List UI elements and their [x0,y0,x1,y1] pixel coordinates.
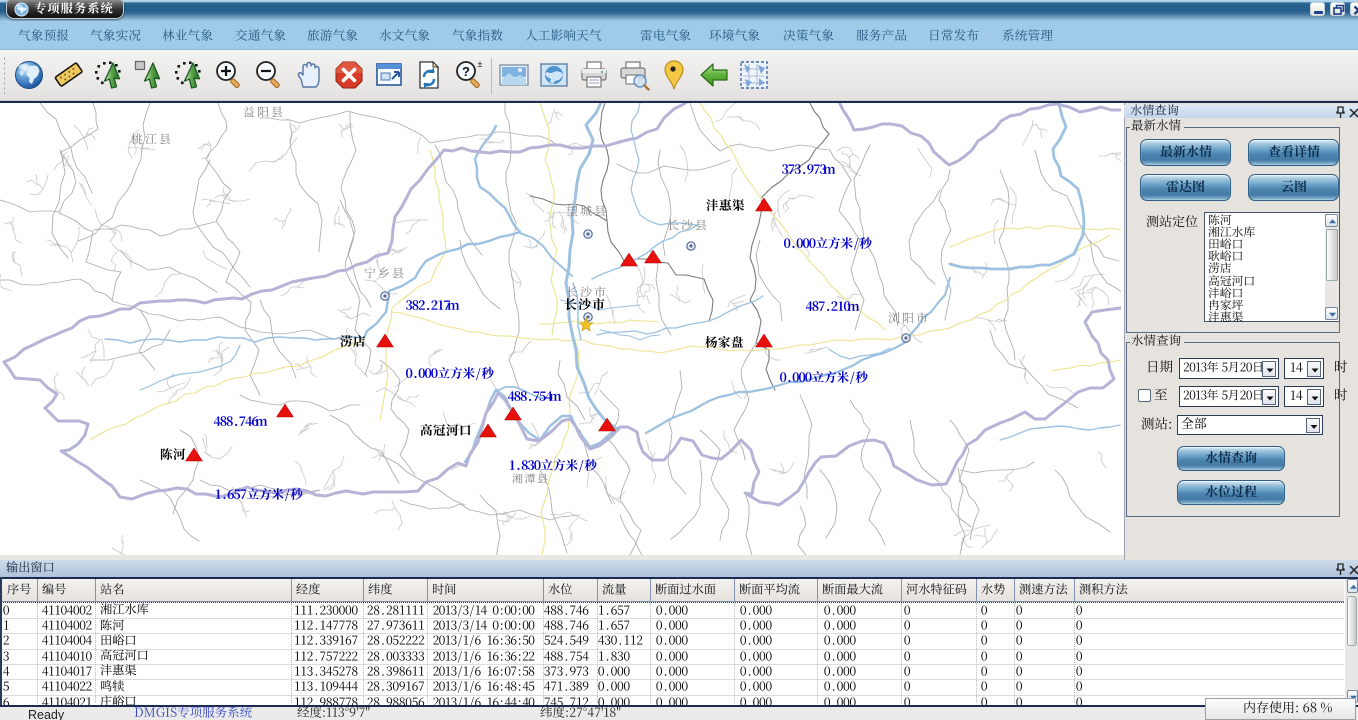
svg-text:±: ± [478,59,483,69]
svg-text:?: ? [462,64,470,79]
